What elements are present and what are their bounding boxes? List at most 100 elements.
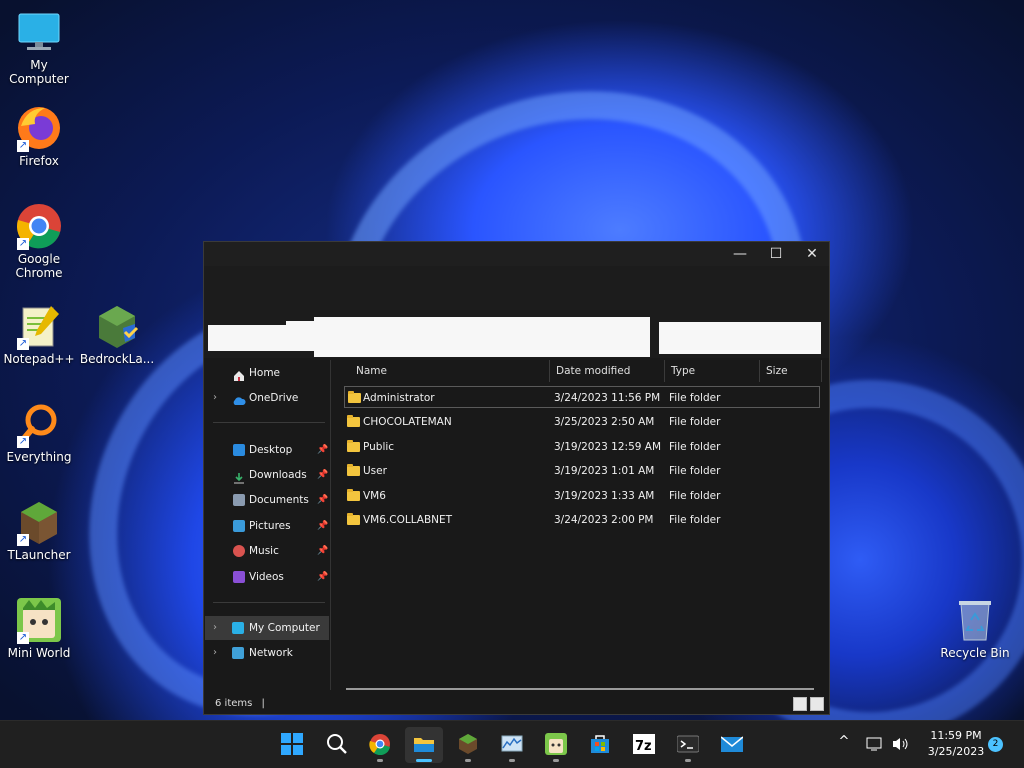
desktop-icon-my-computer[interactable]: My Computer <box>0 8 78 86</box>
file-explorer-window: — ☐ ✕ Home › OneDrive Desktop 📌 Download… <box>203 241 830 715</box>
taskbar-file-explorer[interactable] <box>405 727 443 763</box>
taskbar-chrome[interactable] <box>361 727 399 763</box>
mini-world-icon: ↗ <box>15 596 63 644</box>
file-row[interactable]: VM6 3/19/2023 1:33 AM File folder <box>344 485 820 507</box>
column-header-size[interactable]: Size <box>760 360 822 382</box>
pin-icon: 📌 <box>317 572 329 582</box>
sidebar-item-home[interactable]: Home <box>205 361 329 385</box>
taskbar-microsoft-store[interactable] <box>581 727 619 763</box>
clock-date[interactable]: 3/25/2023 <box>920 745 992 758</box>
tiles-view-button[interactable] <box>810 697 824 711</box>
notification-badge[interactable]: 2 <box>988 737 1003 752</box>
sidebar-item-downloads[interactable]: Downloads 📌 <box>205 463 329 487</box>
desktop-icon-recycle-bin[interactable]: Recycle Bin <box>936 596 1014 660</box>
sidebar-item-videos[interactable]: Videos 📌 <box>205 565 329 589</box>
chevron-right-icon[interactable]: › <box>213 616 217 640</box>
file-name: Administrator <box>363 392 435 404</box>
sidebar-item-label: Home <box>249 367 281 379</box>
minecraft-icon <box>457 733 479 755</box>
desktop-icon-notepad-plus-plus[interactable]: ↗ Notepad++ <box>0 302 78 366</box>
file-date: 3/25/2023 2:50 AM <box>554 416 655 428</box>
status-bar: 6 items | <box>204 693 829 715</box>
sidebar-item-onedrive[interactable]: › OneDrive <box>205 386 329 410</box>
desktop-icon-label: Google Chrome <box>15 252 63 280</box>
start-button[interactable] <box>273 727 311 763</box>
desktop-icon-label: Firefox <box>19 154 59 168</box>
resource-monitor-icon <box>501 733 523 755</box>
svg-text:7z: 7z <box>635 739 652 754</box>
window-titlebar[interactable]: — ☐ ✕ <box>204 242 829 266</box>
maximize-button[interactable]: ☐ <box>758 242 794 266</box>
search-box[interactable] <box>659 322 821 354</box>
file-name: CHOCOLATEMAN <box>363 416 452 428</box>
chevron-right-icon[interactable]: › <box>213 641 217 665</box>
folder-icon <box>348 391 361 403</box>
desktop-icon-everything[interactable]: ↗ Everything <box>0 400 78 464</box>
sidebar-item-label: Music <box>249 545 279 557</box>
file-type: File folder <box>669 441 721 453</box>
video-icon <box>233 571 245 583</box>
music-icon <box>233 545 245 557</box>
sidebar-item-network[interactable]: › Network <box>205 641 329 665</box>
chevron-right-icon[interactable]: › <box>213 386 217 410</box>
firefox-icon: ↗ <box>15 104 63 152</box>
taskbar-mail[interactable] <box>713 727 751 763</box>
taskbar-search-button[interactable] <box>318 727 356 763</box>
sidebar-item-documents[interactable]: Documents 📌 <box>205 488 329 512</box>
address-bar[interactable] <box>314 317 650 357</box>
sidebar-item-my-computer[interactable]: › My Computer <box>205 616 329 640</box>
pin-icon: 📌 <box>317 470 329 480</box>
status-separator: | <box>261 698 265 709</box>
details-view-button[interactable] <box>793 697 807 711</box>
desktop-icon-mini-world[interactable]: ↗ Mini World <box>0 596 78 660</box>
pin-icon: 📌 <box>317 495 329 505</box>
taskbar-7zip[interactable]: 7z <box>625 727 663 763</box>
column-header-date[interactable]: Date modified <box>550 360 665 382</box>
start-icon <box>281 733 303 755</box>
file-row[interactable]: VM6.COLLABNET 3/24/2023 2:00 PM File fol… <box>344 509 820 531</box>
sidebar-item-label: Downloads <box>249 469 307 481</box>
file-row[interactable]: Public 3/19/2023 12:59 AM File folder <box>344 436 820 458</box>
sidebar-item-desktop[interactable]: Desktop 📌 <box>205 438 329 462</box>
taskbar-resource-monitor[interactable] <box>493 727 531 763</box>
file-date: 3/19/2023 1:01 AM <box>554 465 655 477</box>
sidebar-divider <box>213 422 325 423</box>
file-row[interactable]: Administrator 3/24/2023 11:56 PM File fo… <box>344 386 820 408</box>
monitor-icon <box>232 622 244 634</box>
minimize-button[interactable]: — <box>722 242 758 266</box>
item-count: 6 items <box>215 698 253 709</box>
bedrock-launcher-icon <box>93 302 141 350</box>
sidebar-item-music[interactable]: Music 📌 <box>205 539 329 563</box>
taskbar-minecraft[interactable] <box>449 727 487 763</box>
clock-time[interactable]: 11:59 PM <box>920 729 992 742</box>
running-indicator <box>553 759 559 762</box>
7zip-icon: 7z <box>633 733 655 755</box>
desktop-icon-tlauncher[interactable]: ↗ TLauncher <box>0 498 78 562</box>
horizontal-scrollbar[interactable] <box>346 688 814 690</box>
taskbar-mini-world[interactable] <box>537 727 575 763</box>
everything-search-icon: ↗ <box>15 400 63 448</box>
sidebar-item-pictures[interactable]: Pictures 📌 <box>205 514 329 538</box>
file-row[interactable]: User 3/19/2023 1:01 AM File folder <box>344 460 820 482</box>
file-row[interactable]: CHOCOLATEMAN 3/25/2023 2:50 AM File fold… <box>344 411 820 433</box>
desktop-icon-label: Everything <box>6 450 72 464</box>
running-indicator <box>416 759 432 762</box>
folder-icon <box>347 464 360 476</box>
close-button[interactable]: ✕ <box>794 242 830 266</box>
show-hidden-icons-button[interactable]: ^ <box>836 734 852 749</box>
desktop-icon <box>233 444 245 456</box>
download-icon <box>233 469 245 484</box>
column-header-type[interactable]: Type <box>665 360 760 382</box>
desktop-icon-google-chrome[interactable]: ↗ Google Chrome <box>0 202 78 280</box>
folder-icon <box>347 489 360 501</box>
network-status-icon[interactable] <box>866 736 884 755</box>
navigation-pane: Home › OneDrive Desktop 📌 Downloads 📌 Do… <box>205 360 331 690</box>
file-name: User <box>363 465 387 477</box>
desktop-icon-label: TLauncher <box>7 548 71 562</box>
column-header-name[interactable]: Name <box>350 360 550 382</box>
desktop-icon-firefox[interactable]: ↗ Firefox <box>0 104 78 168</box>
desktop-icon-bedrock-launcher[interactable]: BedrockLa... <box>78 302 156 366</box>
taskbar-terminal[interactable] <box>669 727 707 763</box>
file-name: VM6 <box>363 490 386 502</box>
volume-icon[interactable] <box>892 736 910 755</box>
